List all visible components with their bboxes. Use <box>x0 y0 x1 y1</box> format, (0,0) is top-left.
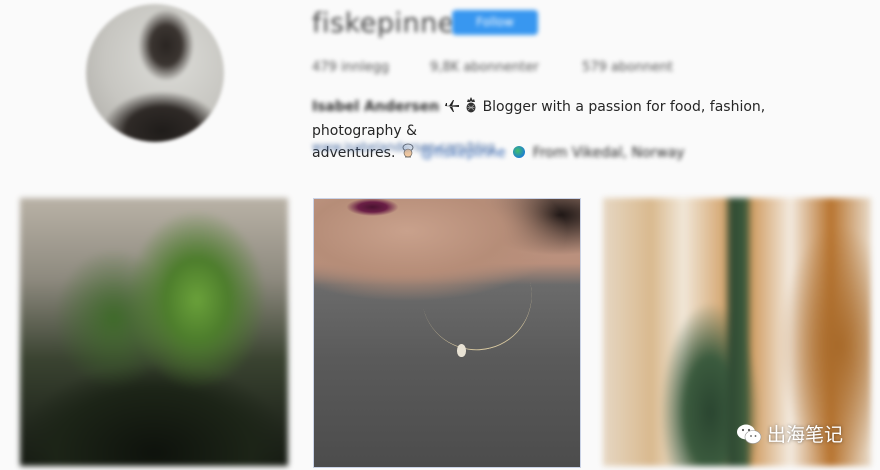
post-thumbnail-necklace[interactable] <box>313 198 581 468</box>
post-thumbnail-plant[interactable] <box>20 198 288 466</box>
follow-button[interactable]: Follow <box>452 10 538 35</box>
bio-website-link[interactable]: www.isabelandersen.com/blog <box>312 140 495 154</box>
stat-following[interactable]: 579 abonnent <box>582 60 673 75</box>
pineapple-pendant <box>457 344 466 357</box>
watermark: 出海笔记 <box>736 420 843 447</box>
stat-posts: 479 innlegg <box>312 60 390 75</box>
pineapple-icon <box>464 97 478 120</box>
stat-followers[interactable]: 9,8K abonnenter <box>430 60 539 75</box>
profile-bio: Isabel Andersen Blogger with a passion f… <box>312 96 852 166</box>
necklace-chain <box>414 247 544 362</box>
bio-location: From Vikedal, Norway <box>532 145 685 161</box>
profile-avatar[interactable] <box>86 4 224 142</box>
airplane-icon <box>444 98 460 120</box>
globe-icon <box>513 146 526 158</box>
profile-username: fiskepinne <box>312 8 455 39</box>
profile-full-name: Isabel Andersen <box>312 99 440 115</box>
watermark-text: 出海笔记 <box>767 424 844 446</box>
wechat-icon <box>737 424 762 444</box>
